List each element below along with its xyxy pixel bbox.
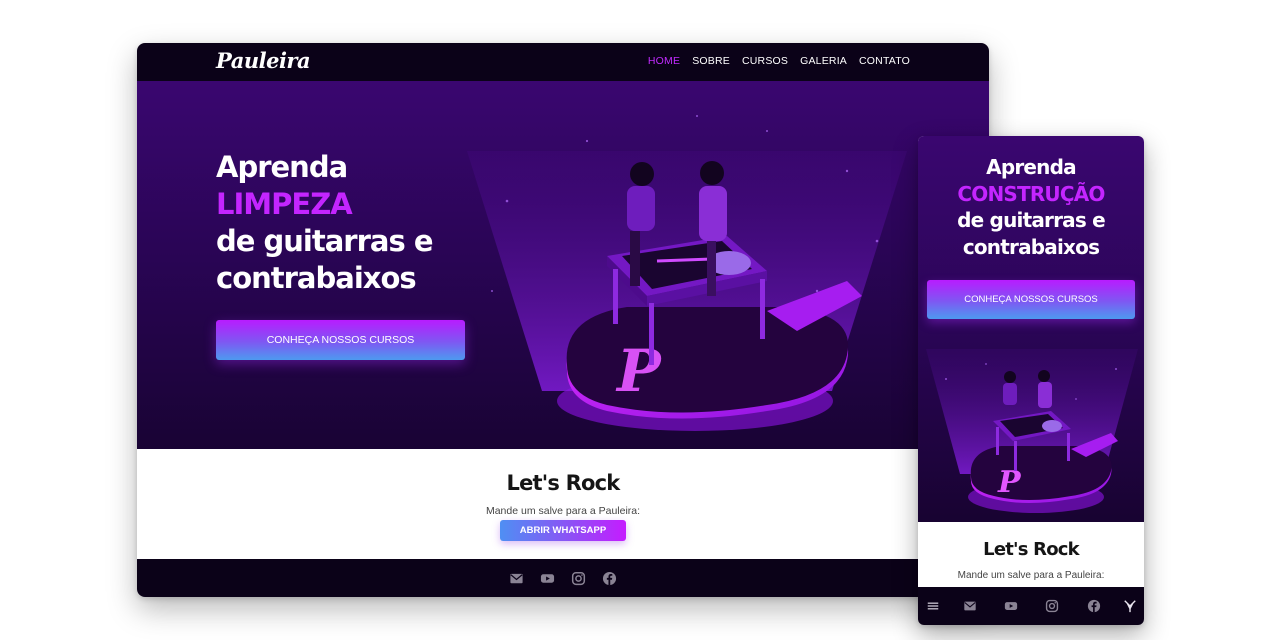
nav-item-cursos[interactable]: CURSOS <box>742 55 788 67</box>
facebook-icon[interactable] <box>602 571 617 586</box>
nav-menu: HOME SOBRE CURSOS GALERIA CONTATO <box>648 55 910 67</box>
youtube-icon[interactable] <box>1004 599 1018 613</box>
footer <box>137 559 989 597</box>
hero-line-4: contrabaixos <box>216 261 417 295</box>
mobile-hero-line-3: de guitarras e <box>957 208 1106 232</box>
brand-mark-icon[interactable] <box>1123 599 1137 613</box>
nav-item-galeria[interactable]: GALERIA <box>800 55 847 67</box>
nav-item-home[interactable]: HOME <box>648 55 680 67</box>
mobile-contact-section: Let's Rock Mande um salve para a Pauleir… <box>918 522 1144 587</box>
mobile-hero-section: Aprenda CONSTRUÇÃO de guitarras e contra… <box>918 136 1144 522</box>
top-navbar: Pauleira HOME SOBRE CURSOS GALERIA CONTA… <box>137 43 989 81</box>
nav-item-contato[interactable]: CONTATO <box>859 55 910 67</box>
svg-text:P: P <box>997 465 1022 500</box>
contact-title: Let's Rock <box>506 471 621 495</box>
menu-icon[interactable] <box>926 599 940 613</box>
mobile-contact-subtitle: Mande um salve para a Pauleira: <box>957 570 1105 581</box>
showcase-stage: Pauleira HOME SOBRE CURSOS GALERIA CONTA… <box>0 0 1280 640</box>
hero-title: Aprenda LIMPEZA de guitarras e contrabai… <box>216 149 433 297</box>
desktop-mockup: Pauleira HOME SOBRE CURSOS GALERIA CONTA… <box>137 43 989 597</box>
nav-item-sobre[interactable]: SOBRE <box>692 55 730 67</box>
hero-line-1: Aprenda <box>216 150 348 184</box>
courses-cta-button[interactable]: CONHEÇA NOSSOS CURSOS <box>216 320 465 360</box>
mobile-mockup: Aprenda CONSTRUÇÃO de guitarras e contra… <box>918 136 1144 625</box>
contact-subtitle: Mande um salve para a Pauleira: <box>485 505 641 517</box>
hero-section: Aprenda LIMPEZA de guitarras e contrabai… <box>137 81 989 449</box>
mobile-hero-highlight: CONSTRUÇÃO <box>957 181 1105 206</box>
mobile-luthier-illustration: P <box>926 349 1138 513</box>
mobile-hero-line-4: contrabaixos <box>962 234 1100 259</box>
mobile-footer <box>918 587 1144 625</box>
mobile-hero-title: Aprenda CONSTRUÇÃO de guitarras e contra… <box>918 154 1144 260</box>
brand-logo[interactable]: Pauleira <box>216 48 311 73</box>
mobile-contact-title: Let's Rock <box>983 539 1079 560</box>
instagram-icon[interactable] <box>571 571 586 586</box>
facebook-icon[interactable] <box>1087 599 1101 613</box>
hero-highlight: LIMPEZA <box>216 187 353 221</box>
mobile-courses-cta-button[interactable]: CONHEÇA NOSSOS CURSOS <box>927 280 1135 319</box>
svg-text:P: P <box>615 337 662 405</box>
luthier-workshop-illustration: P <box>467 115 907 431</box>
mail-icon[interactable] <box>963 599 977 613</box>
instagram-icon[interactable] <box>1045 599 1059 613</box>
youtube-icon[interactable] <box>540 571 555 586</box>
whatsapp-button[interactable]: ABRIR WHATSAPP <box>500 520 626 541</box>
contact-section: Let's Rock Mande um salve para a Pauleir… <box>137 449 989 559</box>
mobile-hero-line-1: Aprenda <box>986 155 1076 179</box>
mail-icon[interactable] <box>509 571 524 586</box>
hero-line-3: de guitarras e <box>216 224 433 258</box>
